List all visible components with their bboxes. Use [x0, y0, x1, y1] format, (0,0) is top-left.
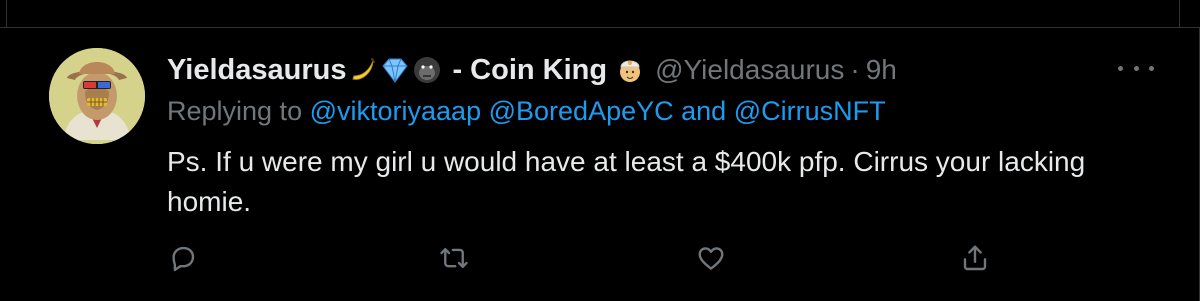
timestamp[interactable]: 9h: [866, 54, 897, 86]
retweet-icon: [440, 248, 468, 268]
right-border-top: [1179, 0, 1180, 28]
gem-icon: [380, 55, 410, 85]
mention-and[interactable]: and: [681, 96, 726, 126]
replying-to-line: Replying to @viktoriyaaap @BoredApeYC an…: [167, 96, 886, 127]
dot: [1118, 65, 1123, 71]
mention-viktoriyaaap[interactable]: @viktoriyaaap: [310, 96, 481, 126]
share-button[interactable]: [955, 238, 995, 278]
avatar[interactable]: [49, 48, 145, 144]
like-icon: [698, 247, 724, 270]
banana-icon: [348, 55, 378, 85]
retweet-button[interactable]: [434, 238, 474, 278]
share-icon: [963, 245, 987, 271]
reply-icon: [172, 246, 195, 272]
like-button[interactable]: [691, 238, 731, 278]
separator-dot: ·: [850, 54, 860, 85]
dot: [1133, 65, 1139, 71]
dot: [1149, 65, 1154, 71]
reply-button[interactable]: [163, 238, 203, 278]
display-name[interactable]: Yieldasaurus: [167, 54, 346, 87]
divider: [0, 27, 1200, 28]
replying-to-label: Replying to: [167, 96, 303, 126]
tweet-header: Yieldasaurus - Coin King @Yieldasaurus ·…: [167, 50, 897, 90]
user-handle[interactable]: @Yieldasaurus: [655, 54, 844, 86]
more-options-icon[interactable]: [1118, 58, 1154, 78]
mention-boredapeyc[interactable]: @BoredApeYC: [489, 96, 674, 126]
display-name-suffix[interactable]: - Coin King: [452, 54, 607, 87]
previous-tweet-edge: [0, 0, 1200, 28]
tweet-text: Ps. If u were my girl u would have at le…: [167, 146, 1086, 217]
genie-icon: [615, 55, 645, 85]
gorilla-icon: [412, 55, 442, 85]
mention-cirrusnft[interactable]: @CirrusNFT: [734, 96, 886, 126]
left-border: [6, 0, 7, 28]
ape-avatar-icon: [49, 48, 145, 144]
